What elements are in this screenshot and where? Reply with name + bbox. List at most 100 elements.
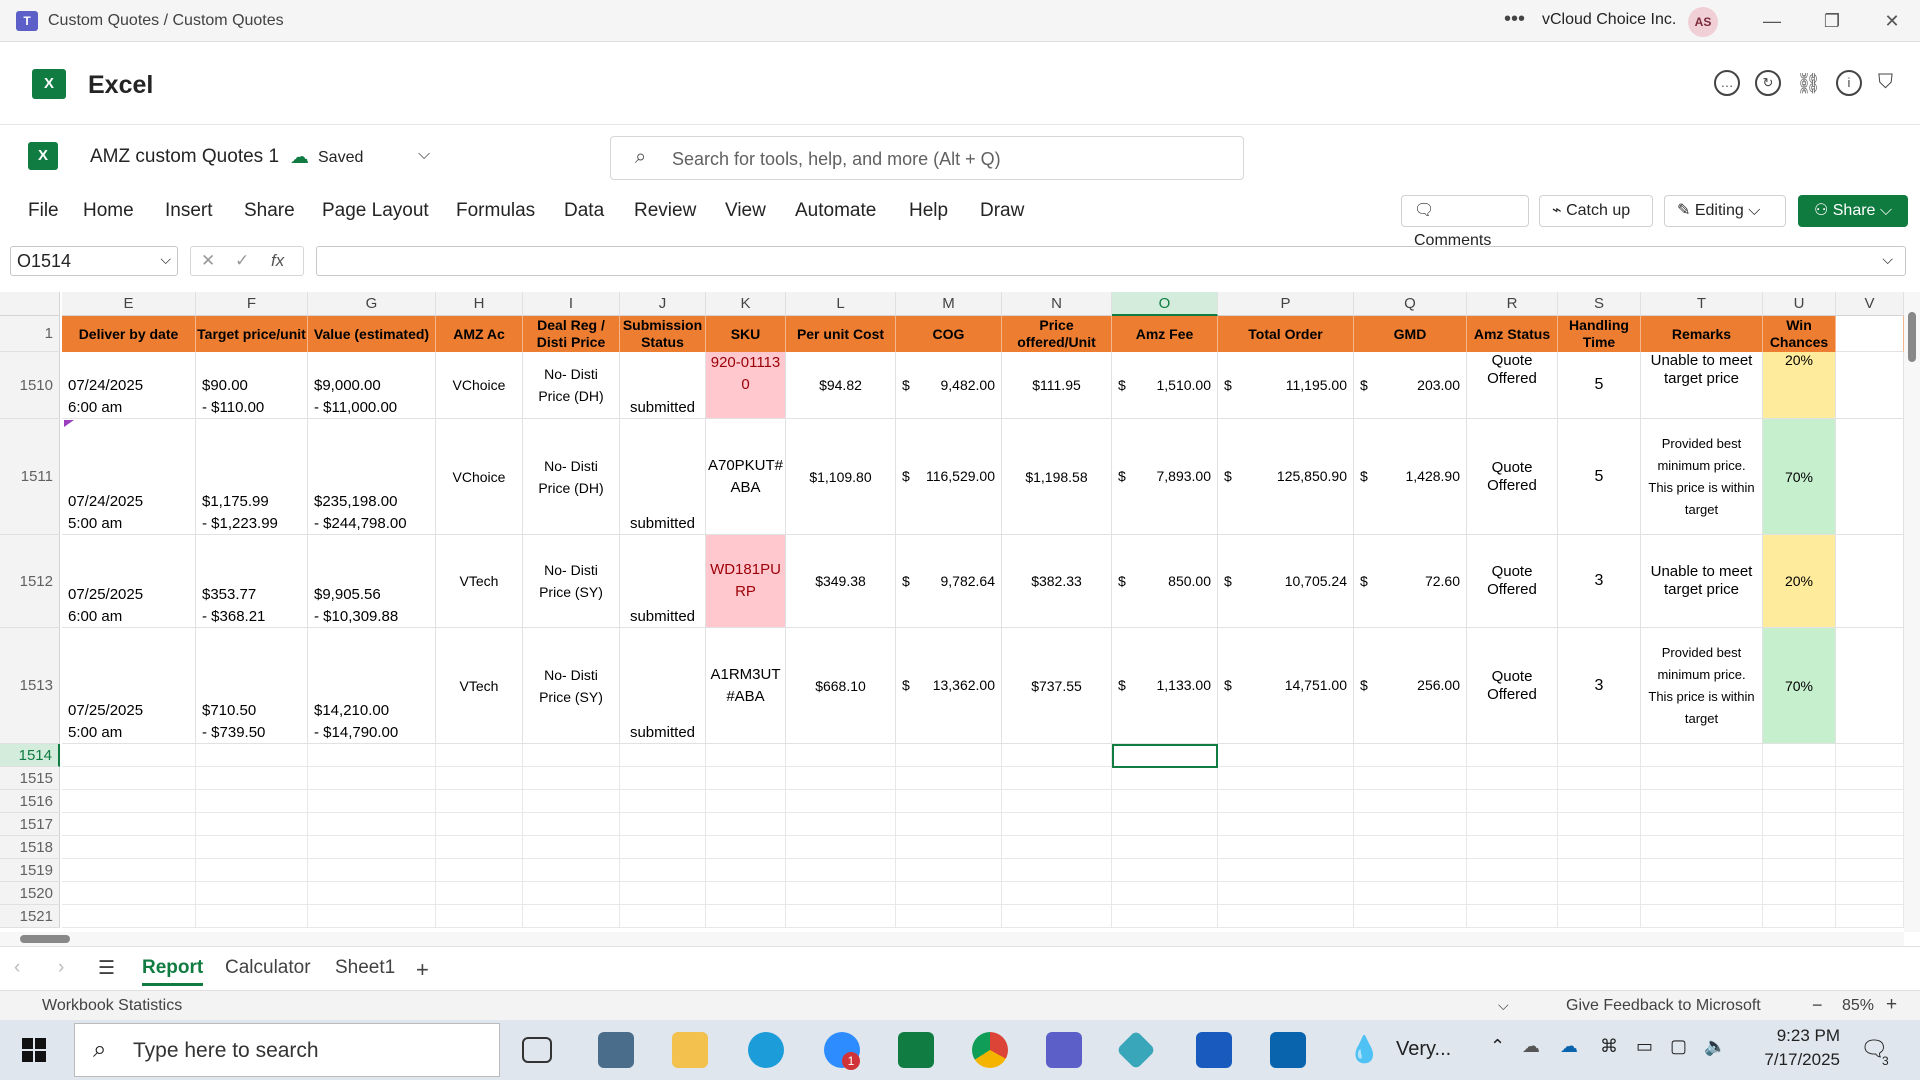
empty-cell[interactable] [196,905,308,928]
amz-status-cell[interactable]: Quote Offered [1467,535,1558,628]
empty-cell[interactable] [1467,813,1558,836]
submission-status-cell[interactable]: submitted [620,419,706,535]
row-header[interactable]: 1512 [0,535,60,628]
cog-cell[interactable]: $116,529.00 [896,419,1002,535]
empty-cell[interactable] [896,882,1002,905]
empty-cell[interactable] [1836,352,1904,419]
scroll-thumb-h[interactable] [20,935,70,943]
tab-data[interactable]: Data [564,200,604,222]
empty-cell[interactable] [1467,859,1558,882]
win-chances-cell[interactable]: 70% [1763,628,1836,744]
empty-cell[interactable] [1467,905,1558,928]
target-price-cell[interactable]: $353.77 - $368.21 [196,535,308,628]
minimize-icon[interactable]: — [1752,6,1792,36]
sku-cell[interactable]: A70PKUT# ABA [706,419,786,535]
unit-cost-cell[interactable]: $668.10 [786,628,896,744]
empty-cell[interactable] [620,790,706,813]
restore-icon[interactable]: ❐ [1812,6,1852,36]
amz-status-cell[interactable]: Quote Offered [1467,419,1558,535]
empty-cell[interactable] [1218,767,1354,790]
amz-fee-cell[interactable]: $1,133.00 [1112,628,1218,744]
empty-cell[interactable] [523,859,620,882]
amz-fee-cell[interactable]: $1,510.00 [1112,352,1218,419]
empty-cell[interactable] [1558,790,1641,813]
comments-button[interactable]: 🗨 Comments [1401,195,1529,249]
formula-input[interactable]: ⌵ [316,246,1906,276]
empty-cell[interactable] [1836,419,1904,535]
win-chances-cell[interactable]: 20% [1763,535,1836,628]
empty-cell[interactable] [1763,905,1836,928]
network-icon[interactable]: ⌘ [1600,1036,1618,1057]
refresh-icon[interactable]: ↻ [1755,70,1781,96]
empty-cell[interactable] [1218,882,1354,905]
empty-cell[interactable] [523,882,620,905]
remarks-cell[interactable]: Provided best minimum price. This price … [1641,419,1763,535]
empty-cell[interactable] [1354,882,1467,905]
empty-cell[interactable] [1558,882,1641,905]
column-header-k[interactable]: K [706,292,786,316]
remarks-cell[interactable]: Unable to meet target price [1641,352,1763,419]
empty-cell[interactable] [1002,882,1112,905]
empty-cell[interactable] [436,859,523,882]
empty-cell[interactable] [1218,859,1354,882]
empty-cell[interactable] [1218,790,1354,813]
empty-cell[interactable] [1763,744,1836,767]
empty-cell[interactable] [1112,813,1218,836]
empty-cell[interactable] [523,836,620,859]
price-offered-cell[interactable]: $737.55 [1002,628,1112,744]
empty-cell[interactable] [1218,836,1354,859]
empty-cell[interactable] [620,859,706,882]
empty-cell[interactable] [1112,882,1218,905]
empty-cell[interactable] [1354,836,1467,859]
row-header[interactable]: 1515 [0,767,60,790]
empty-cell[interactable] [1558,813,1641,836]
display-icon[interactable]: ▢ [1670,1036,1687,1057]
empty-cell[interactable] [896,859,1002,882]
empty-cell[interactable] [620,882,706,905]
header-cell[interactable]: GMD [1354,316,1467,352]
vertical-scrollbar[interactable] [1904,292,1920,932]
empty-cell[interactable] [308,767,436,790]
empty-cell[interactable] [196,813,308,836]
empty-cell[interactable] [1836,813,1904,836]
unit-cost-cell[interactable]: $349.38 [786,535,896,628]
sku-cell[interactable]: WD181PU RP [706,535,786,628]
empty-cell[interactable] [1002,836,1112,859]
cog-cell[interactable]: $9,482.00 [896,352,1002,419]
empty-cell[interactable] [706,859,786,882]
submission-status-cell[interactable]: submitted [620,535,706,628]
empty-cell[interactable] [620,813,706,836]
empty-cell[interactable] [1763,882,1836,905]
target-price-cell[interactable]: $1,175.99 - $1,223.99 [196,419,308,535]
clock[interactable]: 9:23 PM 7/17/2025 [1750,1026,1840,1070]
handling-time-cell[interactable]: 3 [1558,535,1641,628]
tab-share[interactable]: Share [244,200,295,222]
word-icon[interactable] [1196,1032,1232,1068]
amz-account-cell[interactable]: VChoice [436,352,523,419]
empty-cell[interactable] [62,813,196,836]
name-box[interactable]: O1514 ⌵ [10,246,178,276]
submission-status-cell[interactable]: submitted [620,628,706,744]
info-icon[interactable]: i [1836,70,1862,96]
empty-cell[interactable] [1836,767,1904,790]
document-name[interactable]: AMZ custom Quotes 1 [90,146,279,168]
deliver-date-cell[interactable]: 07/24/2025 5:00 am [62,419,196,535]
empty-cell[interactable] [523,905,620,928]
empty-cell[interactable] [523,790,620,813]
editing-button[interactable]: ✎ Editing ⌵ [1664,195,1786,227]
empty-cell[interactable] [786,905,896,928]
sku-cell[interactable]: A1RM3UT #ABA [706,628,786,744]
row-header[interactable]: 1511 [0,419,60,535]
chevron-down-icon[interactable]: ⌵ [1882,251,1893,268]
empty-cell[interactable] [1218,905,1354,928]
empty-cell[interactable] [196,836,308,859]
value-cell[interactable]: $9,905.56 - $10,309.88 [308,535,436,628]
teams-taskbar-icon[interactable] [1046,1032,1082,1068]
tab-view[interactable]: View [725,200,766,222]
file-explorer-icon[interactable] [672,1032,708,1068]
handling-time-cell[interactable]: 5 [1558,352,1641,419]
header-cell[interactable]: SKU [706,316,786,352]
empty-cell[interactable] [1836,790,1904,813]
deal-reg-cell[interactable]: No- Disti Price (DH) [523,419,620,535]
column-header-l[interactable]: L [786,292,896,316]
